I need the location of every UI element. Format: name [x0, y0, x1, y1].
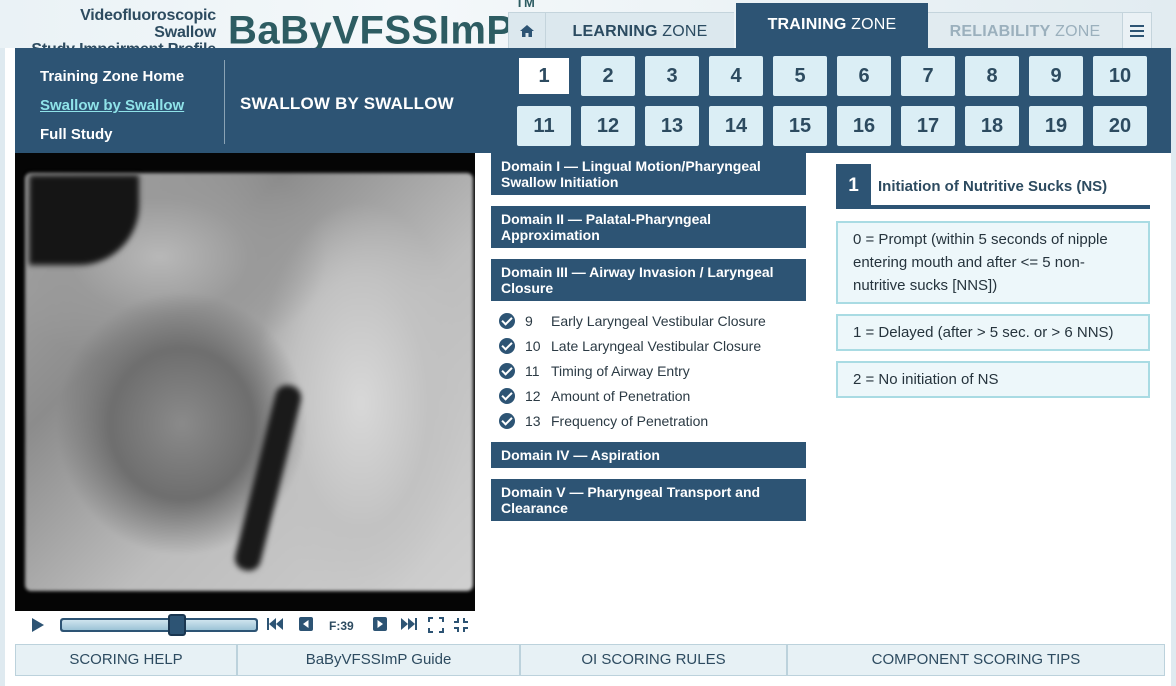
tab-learning-rest: ZONE [657, 23, 708, 40]
fullscreen-icon[interactable] [428, 617, 444, 633]
tab-reliability-rest: ZONE [1050, 23, 1101, 40]
swallow-button-17[interactable]: 17 [901, 106, 955, 146]
swallow-button-5[interactable]: 5 [773, 56, 827, 96]
check-circle-icon [499, 337, 515, 354]
component-item-number: 10 [525, 337, 541, 354]
exit-fullscreen-icon[interactable] [453, 617, 469, 633]
swallow-button-9[interactable]: 9 [1029, 56, 1083, 96]
swallow-button-4[interactable]: 4 [709, 56, 763, 96]
component-item-13[interactable]: 13 Frequency of Penetration [499, 408, 806, 433]
tab-training-bold: TRAINING [767, 16, 847, 33]
video-scrubber[interactable] [60, 618, 258, 632]
main-content: Training Zone Home Swallow by Swallow Fu… [5, 48, 1171, 686]
next-frame-icon[interactable] [373, 617, 387, 631]
domain-header-2[interactable]: Domain II — Palatal-Pharyngeal Approxima… [491, 206, 806, 248]
domain-header-4[interactable]: Domain IV — Aspiration [491, 442, 806, 468]
check-circle-icon [499, 412, 515, 429]
component-item-label: Frequency of Penetration [551, 412, 709, 429]
app-header: Videofluoroscopic Swallow Study Impairme… [0, 0, 1176, 58]
skip-to-start-icon[interactable] [267, 617, 283, 631]
component-item-number: 12 [525, 387, 541, 404]
swallow-button-18[interactable]: 18 [965, 106, 1019, 146]
check-circle-icon [499, 312, 515, 329]
tab-training-zone[interactable]: TRAINING ZONE [736, 3, 928, 48]
check-circle-icon [499, 362, 515, 379]
nav-link-swallow-by-swallow[interactable]: Swallow by Swallow [40, 91, 184, 120]
skip-to-end-icon[interactable] [401, 617, 417, 631]
swallow-button-6[interactable]: 6 [837, 56, 891, 96]
scoring-help-button[interactable]: SCORING HELP [15, 644, 237, 676]
nav-divider [224, 60, 225, 144]
component-item-12[interactable]: 12 Amount of Penetration [499, 383, 806, 408]
component-title: Initiation of Nutritive Sucks (NS) [878, 178, 1108, 195]
home-icon [520, 25, 534, 37]
footer-toolbar: SCORING HELP BaByVFSSImP Guide OI SCORIN… [15, 644, 1171, 676]
tab-learning-bold: LEARNING [572, 23, 658, 40]
swallow-button-16[interactable]: 16 [837, 106, 891, 146]
domain-list: Domain I — Lingual Motion/Pharyngeal Swa… [491, 153, 806, 532]
logo-trademark: TM [515, 0, 536, 10]
swallow-button-12[interactable]: 12 [581, 106, 635, 146]
domain-component-list: 9 Early Laryngeal Vestibular Closure 10 Lat… [491, 308, 806, 433]
component-item-9[interactable]: 9 Early Laryngeal Vestibular Closure [499, 308, 806, 333]
swallow-button-13[interactable]: 13 [645, 106, 699, 146]
component-scoring-panel: 1 Initiation of Nutritive Sucks (NS) 0 =… [836, 164, 1150, 398]
check-circle-icon [499, 387, 515, 404]
tab-reliability-zone[interactable]: RELIABILITY ZONE [928, 12, 1122, 48]
component-item-label: Early Laryngeal Vestibular Closure [551, 312, 766, 329]
component-item-number: 13 [525, 412, 541, 429]
oi-scoring-rules-button[interactable]: OI SCORING RULES [520, 644, 787, 676]
component-header: 1 Initiation of Nutritive Sucks (NS) [836, 164, 1150, 209]
nav-link-training-zone-home[interactable]: Training Zone Home [40, 62, 184, 91]
swallow-button-2[interactable]: 2 [581, 56, 635, 96]
component-item-11[interactable]: 11 Timing of Airway Entry [499, 358, 806, 383]
swallow-button-20[interactable]: 20 [1093, 106, 1147, 146]
play-icon[interactable] [31, 617, 45, 633]
swallow-button-1[interactable]: 1 [517, 56, 571, 96]
training-nav-band: Training Zone Home Swallow by Swallow Fu… [15, 48, 1171, 153]
component-item-label: Amount of Penetration [551, 387, 691, 404]
tab-reliability-bold: RELIABILITY [949, 23, 1051, 40]
swallow-button-3[interactable]: 3 [645, 56, 699, 96]
app-logo[interactable]: BaByVFSSImPTM [228, 0, 536, 53]
component-scoring-tips-button[interactable]: COMPONENT SCORING TIPS [787, 644, 1165, 676]
scrubber-thumb[interactable] [168, 614, 186, 636]
section-title: SWALLOW BY SWALLOW [240, 94, 454, 113]
swallow-button-7[interactable]: 7 [901, 56, 955, 96]
score-option-2[interactable]: 2 = No initiation of NS [836, 361, 1150, 398]
swallow-button-8[interactable]: 8 [965, 56, 1019, 96]
component-item-number: 9 [525, 312, 533, 329]
logo-text: BaByVFSSImP [228, 8, 514, 53]
frame-counter: F:39 [329, 619, 354, 633]
home-button[interactable] [508, 12, 546, 48]
domain-header-5[interactable]: Domain V — Pharyngeal Transport and Clea… [491, 479, 806, 521]
component-item-label: Timing of Airway Entry [551, 362, 690, 379]
component-item-label: Late Laryngeal Vestibular Closure [551, 337, 762, 354]
previous-frame-icon[interactable] [299, 617, 313, 631]
subtitle-line-1: Videofluoroscopic Swallow [80, 7, 216, 41]
score-option-0[interactable]: 0 = Prompt (within 5 seconds of nipple e… [836, 221, 1150, 304]
menu-button[interactable] [1122, 12, 1152, 48]
swallow-button-14[interactable]: 14 [709, 106, 763, 146]
tab-training-rest: ZONE [846, 16, 897, 33]
swallow-button-11[interactable]: 11 [517, 106, 571, 146]
training-nav-links: Training Zone Home Swallow by Swallow Fu… [40, 62, 184, 149]
component-number: 1 [836, 164, 871, 205]
score-option-1[interactable]: 1 = Delayed (after > 5 sec. or > 6 NNS) [836, 314, 1150, 351]
guide-button[interactable]: BaByVFSSImP Guide [237, 644, 520, 676]
swallow-button-15[interactable]: 15 [773, 106, 827, 146]
scrubber-fill [62, 620, 256, 630]
hamburger-menu-icon [1130, 25, 1144, 37]
swallow-button-10[interactable]: 10 [1093, 56, 1147, 96]
swallow-button-19[interactable]: 19 [1029, 106, 1083, 146]
video-player[interactable] [15, 153, 475, 611]
nav-link-full-study[interactable]: Full Study [40, 120, 184, 149]
video-controls: F:39 [15, 611, 475, 641]
component-item-number: 11 [525, 362, 540, 379]
domain-header-3[interactable]: Domain III — Airway Invasion / Laryngeal… [491, 259, 806, 301]
component-item-10[interactable]: 10 Late Laryngeal Vestibular Closure [499, 333, 806, 358]
domain-header-1[interactable]: Domain I — Lingual Motion/Pharyngeal Swa… [491, 153, 806, 195]
tab-learning-zone[interactable]: LEARNING ZONE [546, 12, 734, 48]
